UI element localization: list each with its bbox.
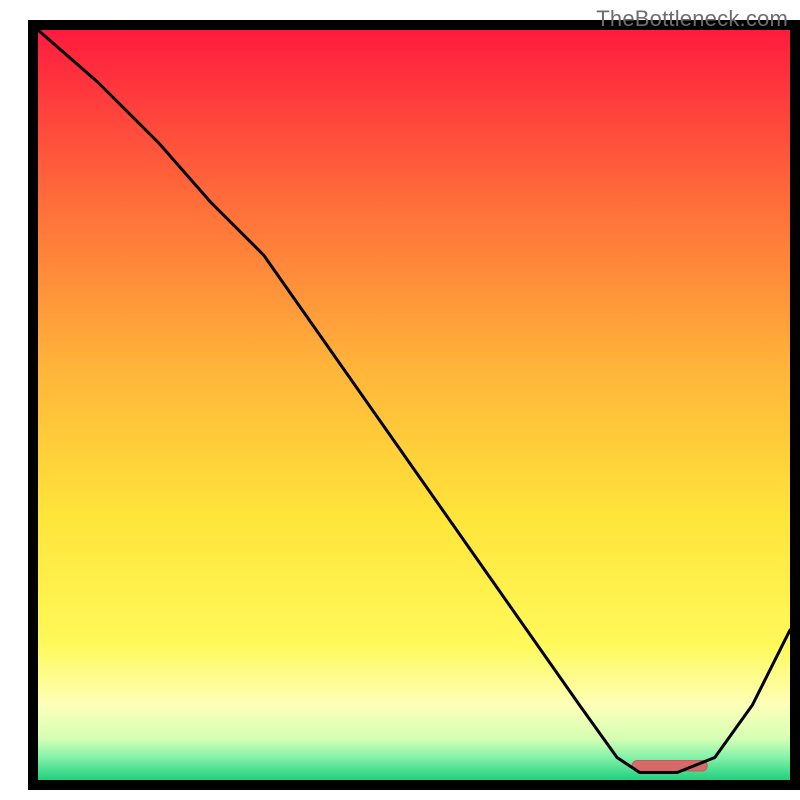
watermark-text: TheBottleneck.com [596, 6, 788, 32]
bottleneck-chart [0, 0, 800, 800]
chart-root: TheBottleneck.com [0, 0, 800, 800]
plot-background [38, 30, 790, 780]
